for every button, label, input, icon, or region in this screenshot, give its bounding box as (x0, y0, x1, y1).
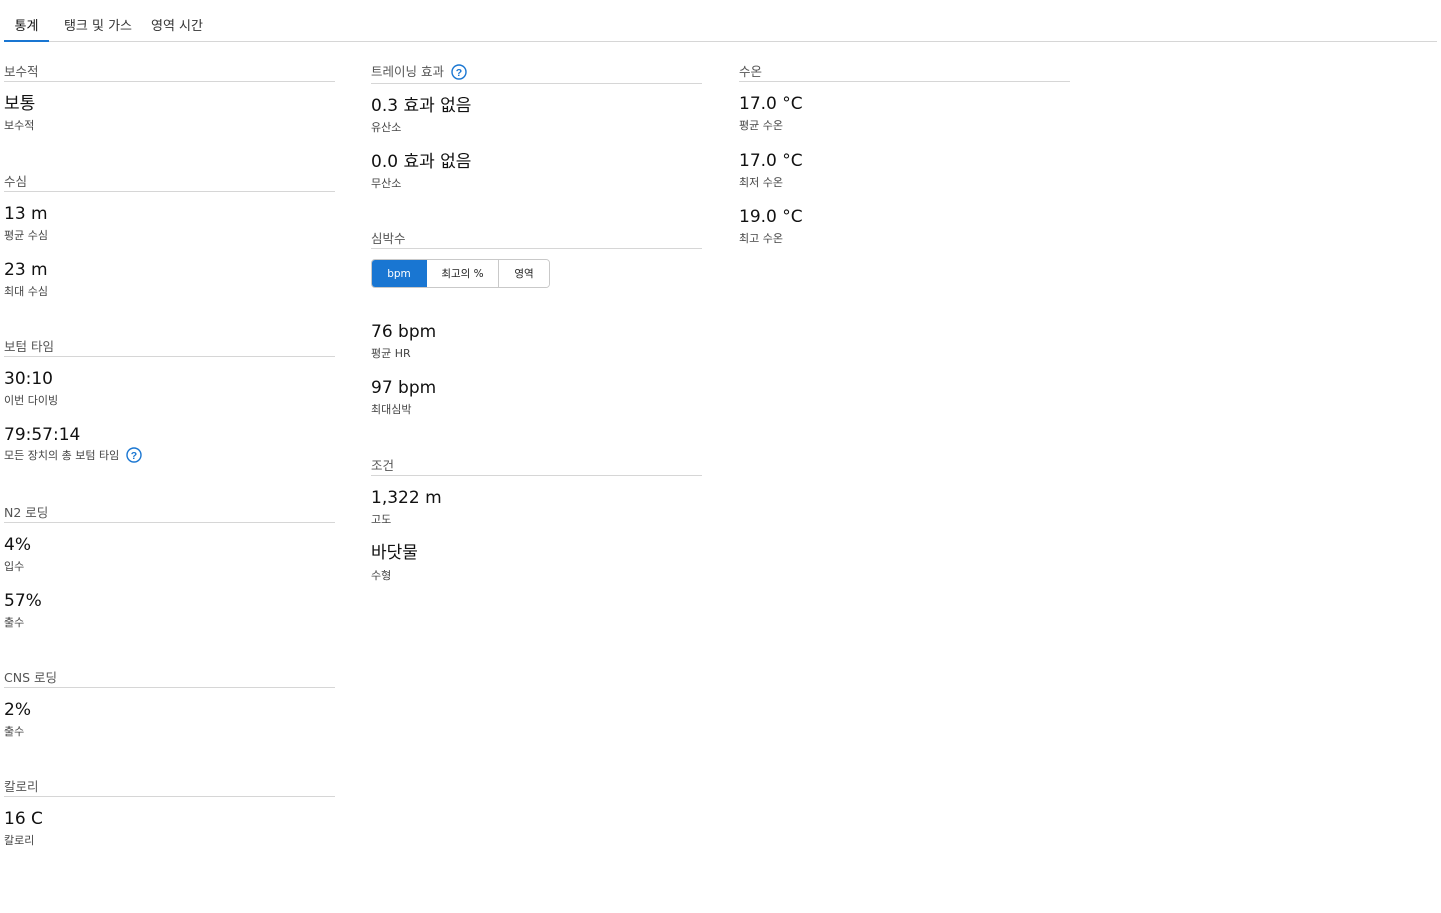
n2-in-label: 입수 (4, 560, 25, 573)
max-water-temp-label: 최고 수온 (739, 232, 783, 245)
svg-text:?: ? (130, 450, 136, 462)
section-title-training-effect-row: 트레이닝 효과 ? (371, 63, 467, 80)
tab-zone-time[interactable]: 영역 시간 (147, 0, 207, 42)
divider (4, 356, 335, 357)
total-bottom-time-value: 79:57:14 (4, 425, 81, 445)
calories-value: 16 C (4, 809, 43, 829)
section-title-training-effect: 트레이닝 효과 (371, 64, 444, 79)
water-type-value: 바닷물 (371, 543, 418, 563)
max-depth-value: 23 m (4, 260, 48, 280)
divider (739, 81, 1070, 82)
max-depth-label: 최대 수심 (4, 285, 48, 298)
max-water-temp-value: 19.0 °C (739, 207, 803, 227)
calories-label: 칼로리 (4, 834, 35, 847)
this-dive-time-value: 30:10 (4, 369, 53, 389)
altitude-value: 1,322 m (371, 488, 442, 508)
avg-depth-label: 평균 수심 (4, 229, 48, 242)
svg-text:?: ? (456, 66, 462, 78)
section-title-n2-loading: N2 로딩 (4, 505, 49, 520)
divider (4, 687, 335, 688)
max-hr-value: 97 bpm (371, 378, 437, 398)
heart-rate-unit-selector: bpm 최고의 % 영역 (371, 259, 550, 288)
n2-in-value: 4% (4, 535, 31, 555)
section-title-calories: 칼로리 (4, 779, 39, 794)
divider (4, 191, 335, 192)
divider (371, 248, 702, 249)
section-title-heart-rate: 심박수 (371, 231, 406, 246)
divider (371, 83, 702, 84)
aerobic-label: 유산소 (371, 121, 402, 134)
altitude-label: 고도 (371, 513, 392, 526)
section-title-conditions: 조건 (371, 458, 395, 473)
conservatism-label: 보수적 (4, 119, 35, 132)
help-circle-icon[interactable]: ? (451, 63, 467, 80)
divider (4, 81, 335, 82)
cns-out-label: 출수 (4, 725, 25, 738)
section-title-water-temp: 수온 (739, 64, 763, 79)
avg-water-temp-value: 17.0 °C (739, 94, 803, 114)
divider (4, 522, 335, 523)
min-water-temp-value: 17.0 °C (739, 151, 803, 171)
total-bottom-time-label: 모든 장치의 총 보텀 타임 (4, 449, 120, 462)
bpm-button[interactable]: bpm (372, 260, 427, 287)
aerobic-value: 0.3 효과 없음 (371, 96, 472, 116)
conservatism-value: 보통 (4, 94, 36, 114)
this-dive-time-label: 이번 다이빙 (4, 394, 59, 407)
anaerobic-label: 무산소 (371, 177, 402, 190)
cns-out-value: 2% (4, 700, 31, 720)
section-title-depth: 수심 (4, 174, 28, 189)
max-hr-label: 최대심박 (371, 403, 412, 416)
n2-out-label: 출수 (4, 616, 25, 629)
tab-stats[interactable]: 통계 (4, 0, 49, 42)
avg-depth-value: 13 m (4, 204, 48, 224)
divider (4, 796, 335, 797)
section-title-conservatism: 보수적 (4, 64, 39, 79)
avg-hr-value: 76 bpm (371, 322, 437, 342)
zones-button[interactable]: 영역 (499, 260, 549, 287)
avg-hr-label: 평균 HR (371, 347, 411, 360)
tab-tanks-gases[interactable]: 탱크 및 가스 (57, 0, 139, 42)
water-type-label: 수형 (371, 569, 392, 582)
avg-water-temp-label: 평균 수온 (739, 119, 783, 132)
section-title-bottom-time: 보텀 타임 (4, 339, 54, 354)
total-bottom-time-row: 모든 장치의 총 보텀 타임 ? (4, 447, 142, 463)
anaerobic-value: 0.0 효과 없음 (371, 152, 472, 172)
n2-out-value: 57% (4, 591, 42, 611)
min-water-temp-label: 최저 수온 (739, 176, 783, 189)
help-circle-icon[interactable]: ? (125, 447, 142, 463)
divider (371, 475, 702, 476)
section-title-cns-loading: CNS 로딩 (4, 670, 57, 685)
percent-max-button[interactable]: 최고의 % (427, 260, 499, 287)
tab-bar: 통계 탱크 및 가스 영역 시간 (4, 0, 1437, 42)
